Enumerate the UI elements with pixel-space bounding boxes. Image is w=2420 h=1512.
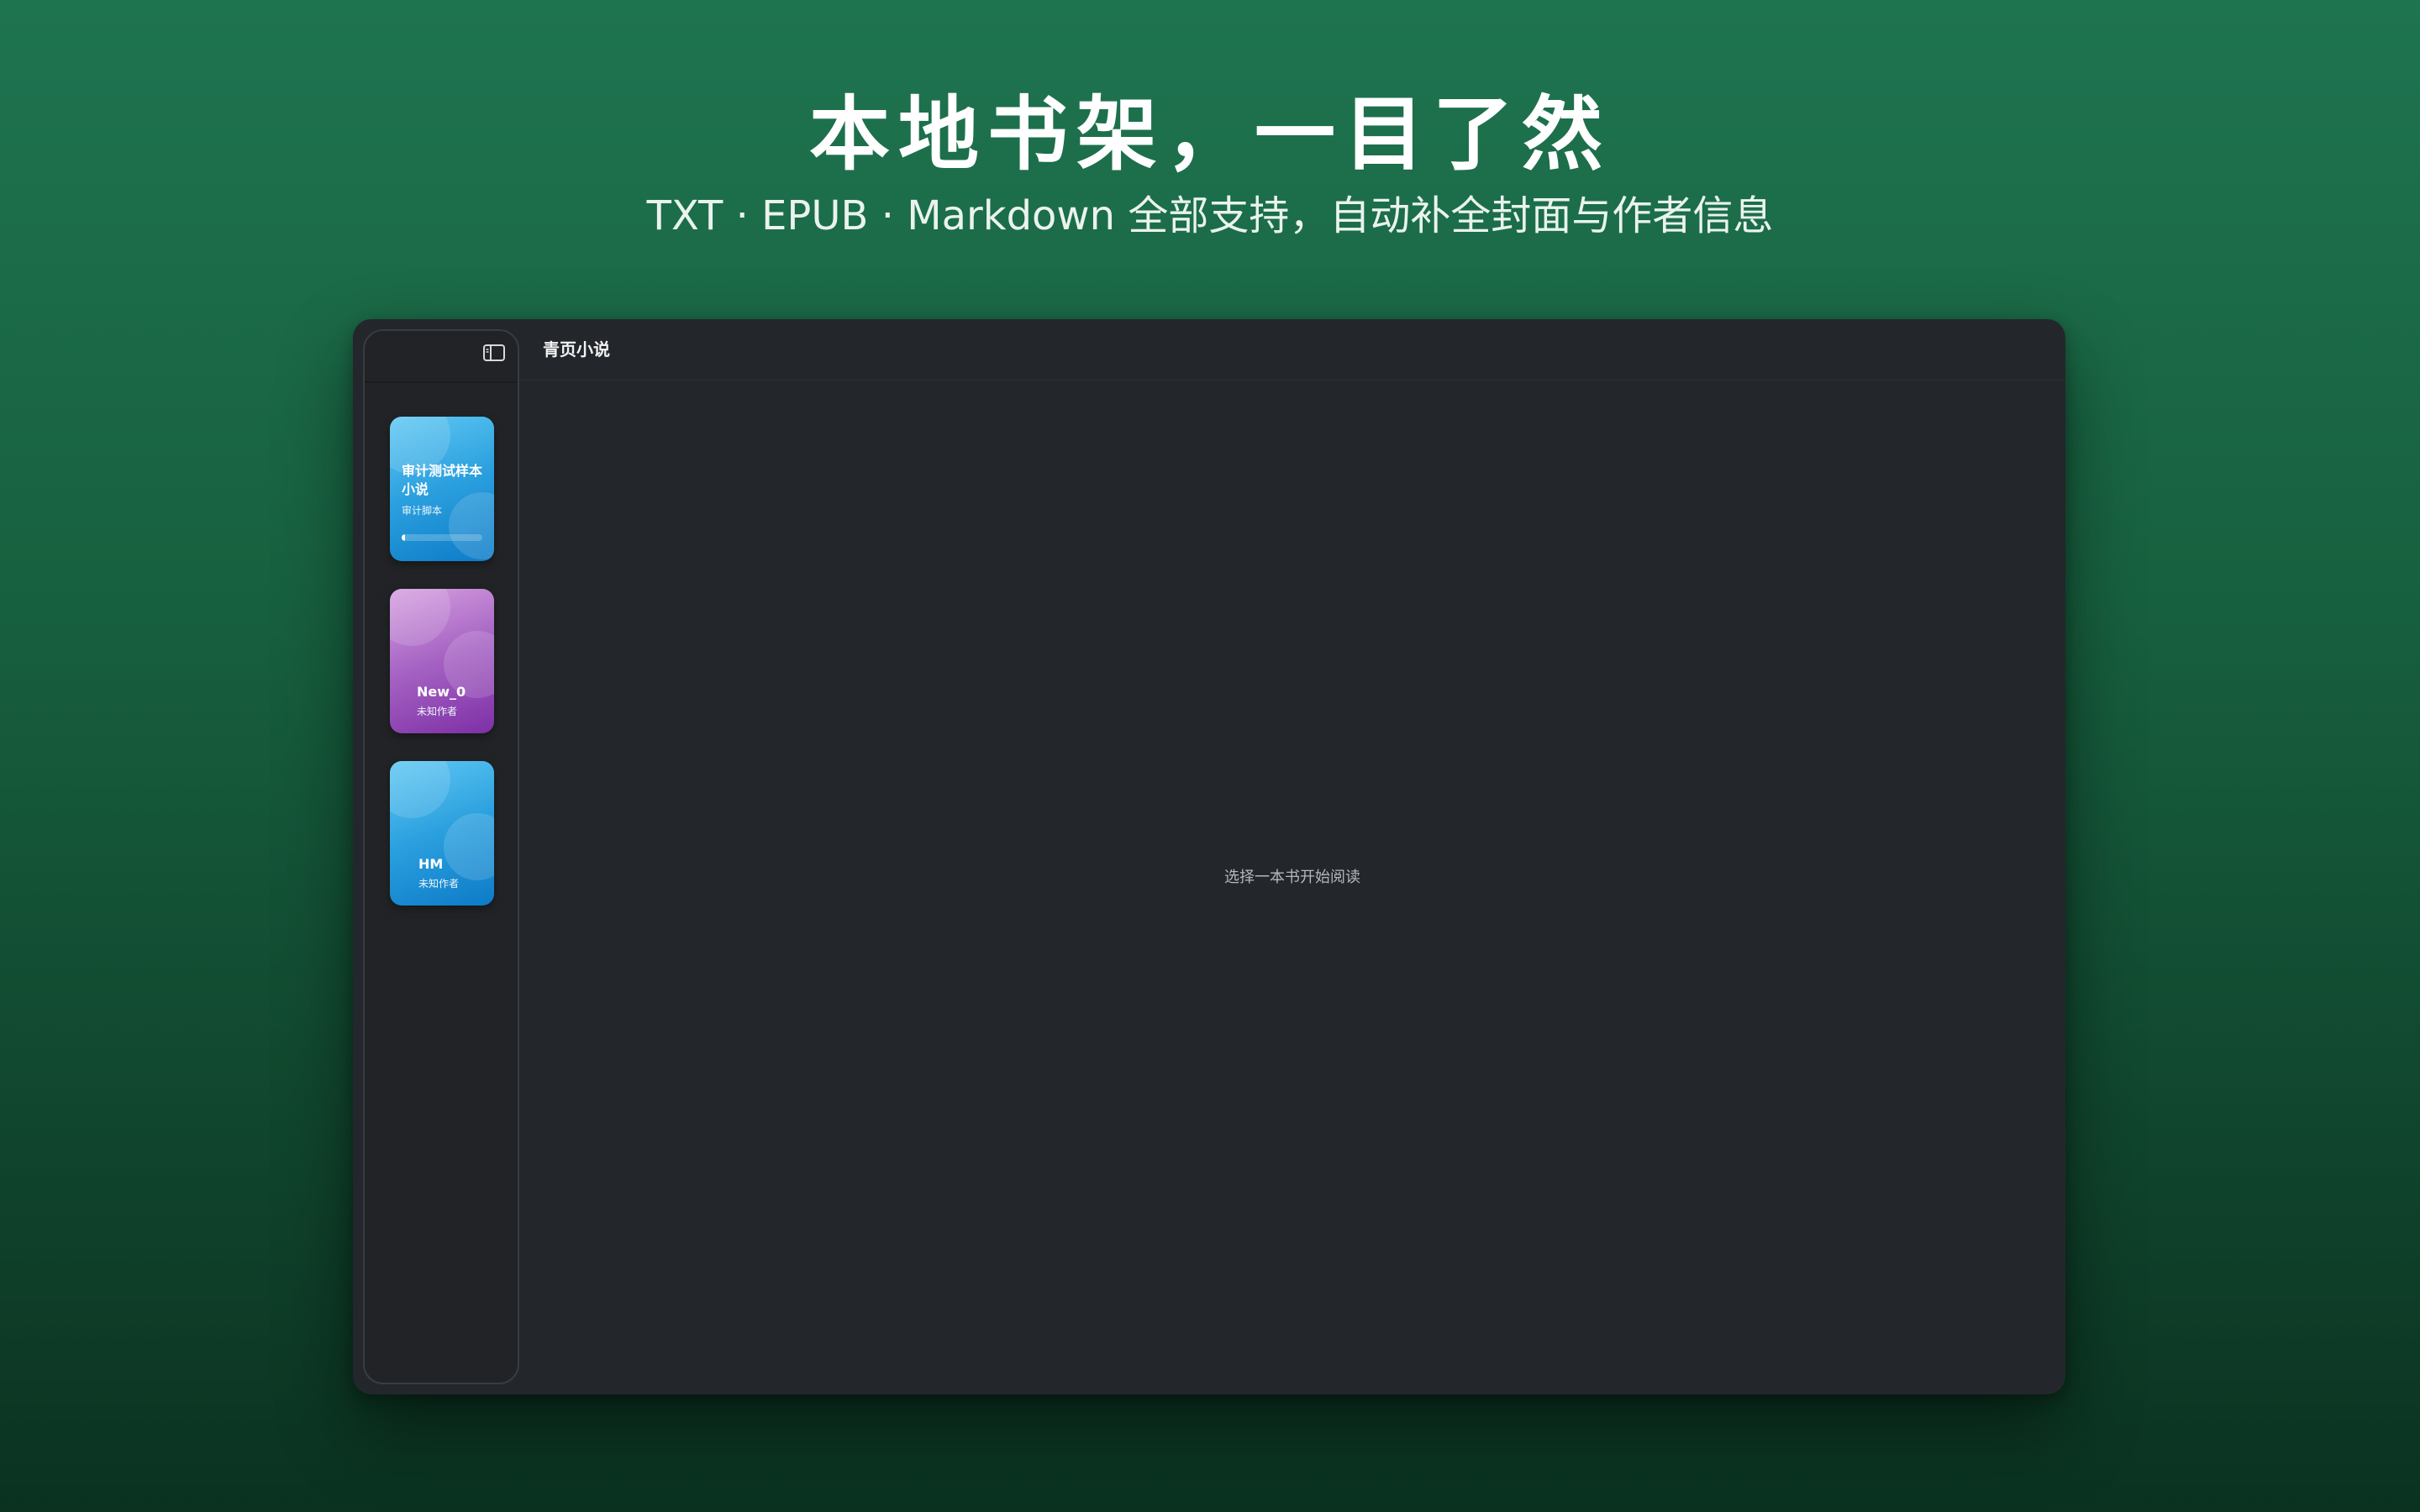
sidebar-toggle-icon	[483, 344, 505, 361]
app-title: 青页小说	[543, 339, 610, 360]
hero-subtitle: TXT · EPUB · Markdown 全部支持，自动补全封面与作者信息	[646, 192, 1774, 239]
hero-title: 本地书架，一目了然	[809, 87, 1611, 181]
book-title: HM	[418, 856, 444, 872]
cover-decoration	[444, 813, 494, 880]
empty-state-hint: 选择一本书开始阅读	[1224, 869, 1360, 886]
book-title: New_0	[417, 684, 466, 700]
sidebar-toggle-button[interactable]	[482, 343, 506, 363]
book-title: 审计测试样本小说	[402, 463, 483, 497]
reading-progress-fill	[402, 534, 405, 541]
reading-progress-bar	[402, 534, 482, 541]
book-author: 审计脚本	[402, 505, 443, 517]
sidebar-header	[365, 331, 518, 383]
book-card-1[interactable]: 审计测试样本小说 审计脚本	[390, 417, 494, 561]
book-card-3[interactable]: HM 未知作者	[390, 761, 494, 906]
cover-decoration	[390, 589, 450, 646]
cover-decoration	[449, 492, 494, 559]
sidebar: 审计测试样本小说 审计脚本 New_0 未知作者 HM 未知作者	[363, 329, 519, 1384]
book-card-2[interactable]: New_0 未知作者	[390, 589, 494, 733]
app-window: 审计测试样本小说 审计脚本 New_0 未知作者 HM 未知作者 青页小说 选择…	[353, 319, 2065, 1394]
cover-decoration	[390, 761, 450, 818]
book-author: 未知作者	[417, 706, 458, 717]
main-header: 青页小说	[519, 319, 2065, 381]
book-author: 未知作者	[418, 878, 460, 890]
